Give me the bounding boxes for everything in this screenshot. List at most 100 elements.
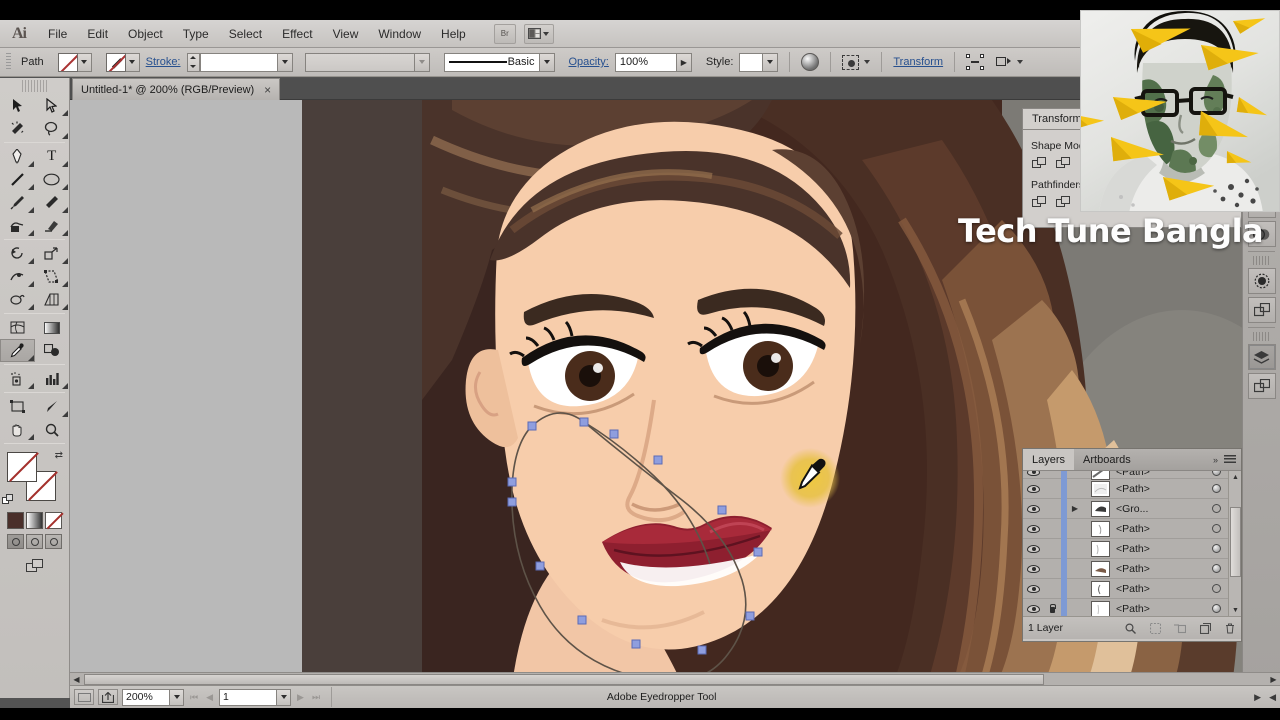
target-indicator[interactable] [1203,604,1229,613]
normal-screen-mode-button[interactable] [7,534,24,549]
opacity-flyout[interactable]: ▶ [676,52,692,72]
share-button[interactable] [98,689,118,705]
direct-selection-tool[interactable] [35,94,70,117]
menu-type[interactable]: Type [173,20,219,48]
stroke-weight-dropdown[interactable] [277,52,293,72]
target-indicator[interactable] [1203,504,1229,513]
rotate-tool[interactable] [0,242,35,265]
stroke-profile-input[interactable] [304,52,415,72]
create-new-sublayer-icon[interactable] [1174,622,1186,634]
table-row[interactable]: <Path> [1023,558,1241,579]
fill-dropdown[interactable] [77,52,92,72]
symbols-icon[interactable] [1247,268,1276,294]
target-indicator[interactable] [1203,564,1229,573]
type-tool[interactable]: T [35,145,70,168]
artboards-icon[interactable] [1247,373,1276,399]
collapse-panel-icon[interactable]: » [1213,455,1218,465]
visibility-toggle[interactable] [1023,524,1043,533]
layers-scrollbar[interactable]: ▲ ▼ [1228,471,1241,616]
menu-view[interactable]: View [323,20,369,48]
trim-button[interactable] [1055,194,1072,209]
menu-help[interactable]: Help [431,20,476,48]
layer-name[interactable]: <Path> [1116,583,1203,595]
stroke-swatch[interactable] [105,52,126,72]
perspective-grid-tool[interactable] [35,288,70,311]
table-row[interactable]: <Path> [1023,578,1241,599]
gradient-button[interactable] [26,512,43,529]
table-row[interactable]: <Path> [1023,478,1241,499]
eyedropper-tool[interactable] [0,339,35,362]
layers-panel[interactable]: Layers Artboards » <Path> <Path> ▶ <Gro.… [1022,448,1242,642]
select-similar-group[interactable] [842,54,871,70]
brush-definition-input[interactable]: Basic [443,52,540,72]
opacity-input[interactable]: 100% [614,52,677,72]
fill-swatch[interactable] [57,52,78,72]
status-resize-icon[interactable]: ◀ [1267,692,1278,703]
graphic-style-dropdown[interactable] [763,52,779,72]
eraser-tool[interactable] [35,214,70,237]
draw-mode-button[interactable] [0,559,69,573]
tab-artboards[interactable]: Artboards [1074,449,1140,470]
swap-fill-stroke-icon[interactable]: ⇄ [55,450,63,461]
menu-window[interactable]: Window [368,20,431,48]
document-tab[interactable]: Untitled-1* @ 200% (RGB/Preview) × [72,78,281,100]
menu-edit[interactable]: Edit [77,20,118,48]
menu-object[interactable]: Object [118,20,173,48]
target-indicator[interactable] [1203,584,1229,593]
none-button[interactable] [45,512,62,529]
width-tool[interactable] [0,265,35,288]
target-indicator[interactable] [1203,524,1229,533]
next-artboard-button[interactable]: ▶ [295,692,306,703]
zoom-level-input[interactable]: 200% [122,688,170,706]
unite-button[interactable] [1031,155,1048,170]
ellipse-tool[interactable] [35,168,70,191]
layer-name[interactable]: <Path> [1116,471,1203,478]
stroke-weight-stepper[interactable] [186,52,200,72]
previous-artboard-button[interactable]: ◀ [204,692,215,703]
align-icon[interactable] [966,54,985,70]
first-artboard-button[interactable]: ⏮ [188,692,200,703]
lasso-tool[interactable] [35,117,70,140]
shape-shaper-tool[interactable] [0,288,35,311]
lock-toggle[interactable] [1043,604,1061,613]
scrollbar-thumb[interactable] [84,674,1044,685]
menu-select[interactable]: Select [219,20,272,48]
layer-name[interactable]: <Path> [1116,603,1203,615]
zoom-level-dropdown[interactable] [170,688,184,706]
status-flyout-icon[interactable]: ▶ [1252,692,1263,703]
fit-artboard-button[interactable] [74,689,94,705]
table-row[interactable]: <Path> [1023,518,1241,539]
divide-button[interactable] [1031,194,1048,209]
menu-file[interactable]: File [38,20,77,48]
create-new-layer-icon[interactable] [1199,622,1211,634]
dock-grip[interactable] [1252,332,1271,341]
color-button[interactable] [7,512,24,529]
default-fill-stroke-icon[interactable] [2,494,14,506]
locate-object-icon[interactable] [1124,622,1136,634]
blend-tool[interactable] [35,339,70,362]
make-clipping-mask-icon[interactable] [1149,622,1161,634]
stroke-dropdown[interactable] [125,52,140,72]
stroke-profile-dropdown[interactable] [414,52,430,72]
recolor-artwork-icon[interactable] [801,53,820,71]
visibility-toggle[interactable] [1023,504,1043,513]
visibility-toggle[interactable] [1023,584,1043,593]
layer-name[interactable]: <Gro... [1116,503,1203,515]
scale-tool[interactable] [35,242,70,265]
align-icon[interactable] [1247,297,1276,323]
table-row[interactable]: <Path> [1023,538,1241,559]
layer-name[interactable]: <Path> [1116,563,1203,575]
canvas-horizontal-scrollbar[interactable]: ◀ ▶ [70,672,1280,685]
visibility-toggle[interactable] [1023,544,1043,553]
tools-panel-grip[interactable] [21,80,48,92]
slice-tool[interactable] [35,395,70,418]
visibility-toggle[interactable] [1023,604,1043,613]
paintbrush-tool[interactable] [0,191,35,214]
panel-menu-icon[interactable] [1224,455,1236,464]
zoom-tool[interactable] [35,418,70,441]
delete-selection-icon[interactable] [1224,622,1236,634]
shape-builder-tool[interactable] [0,214,35,237]
gradient-tool[interactable] [35,316,70,339]
visibility-toggle[interactable] [1023,471,1043,476]
magic-wand-tool[interactable] [0,117,35,140]
